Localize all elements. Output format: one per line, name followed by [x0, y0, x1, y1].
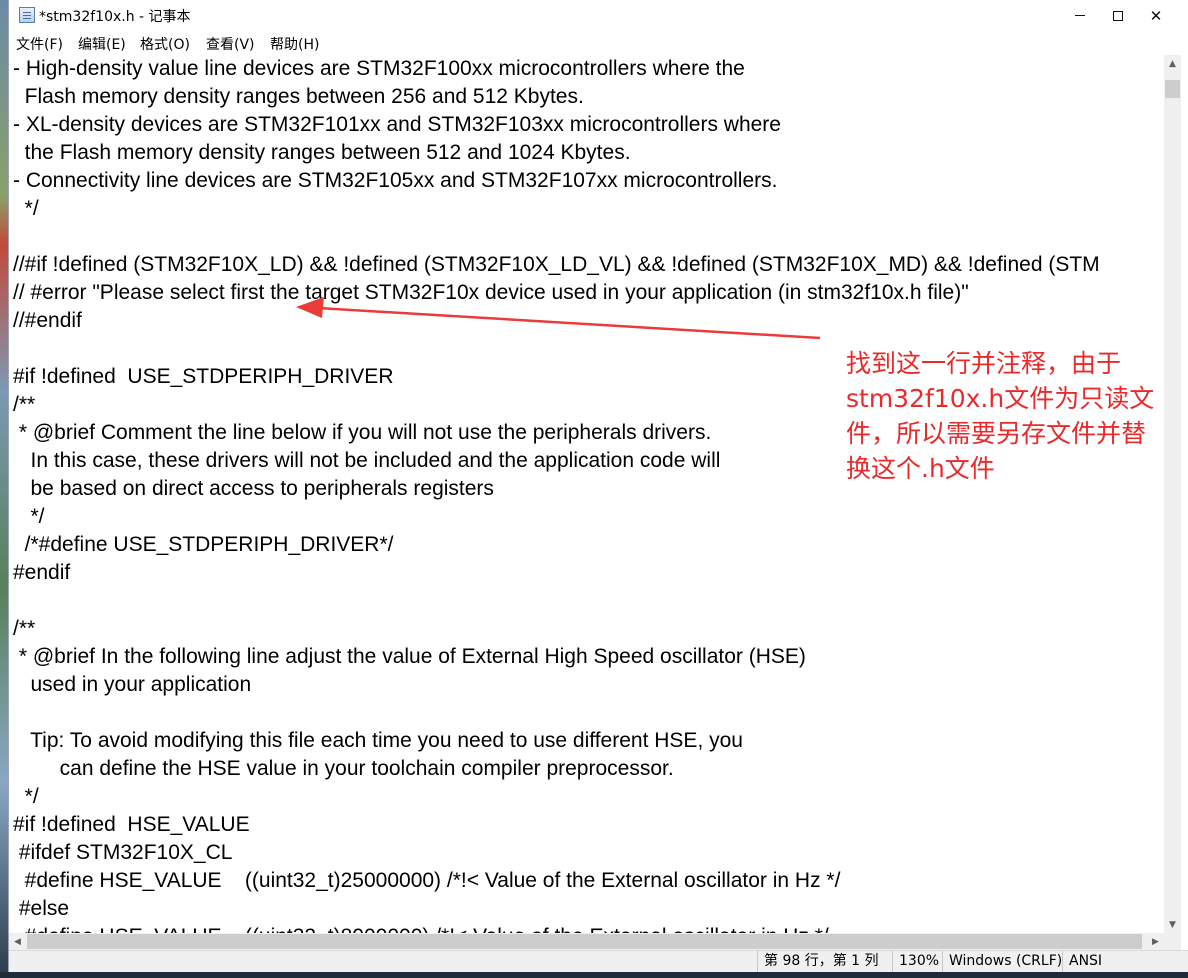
editor-line: /*#define USE_STDPERIPH_DRIVER*/	[13, 533, 394, 556]
notepad-window: *stm32f10x.h - 记事本 ✕ 文件(F) 编辑(E) 格式(O) 查…	[8, 0, 1188, 978]
horizontal-scrollbar[interactable]: ◀ ▶	[9, 933, 1164, 950]
text-editor[interactable]: - High-density value line devices are ST…	[9, 55, 1164, 933]
editor-line: /**	[13, 617, 36, 640]
menu-format[interactable]: 格式(O)	[140, 34, 190, 54]
scroll-up-icon[interactable]: ▲	[1164, 55, 1181, 72]
status-encoding: ANSI	[1062, 951, 1182, 973]
editor-line: - Connectivity line devices are STM32F10…	[13, 169, 778, 192]
editor-line: */	[13, 197, 39, 220]
editor-line: In this case, these drivers will not be …	[13, 449, 721, 472]
horizontal-scroll-thumb[interactable]	[27, 934, 1142, 949]
editor-line: */	[13, 505, 45, 528]
editor-line: Tip: To avoid modifying this file each t…	[13, 729, 743, 752]
annotation-line: 件，所以需要另存文件并替	[846, 419, 1147, 448]
editor-line: /**	[13, 393, 36, 416]
editor-line: //#endif	[13, 309, 82, 332]
editor-line: Flash memory density ranges between 256 …	[13, 85, 584, 108]
editor-line: #if !defined USE_STDPERIPH_DRIVER	[13, 365, 394, 388]
menu-view[interactable]: 查看(V)	[206, 34, 255, 54]
menu-help[interactable]: 帮助(H)	[270, 34, 319, 54]
menu-edit[interactable]: 编辑(E)	[78, 34, 126, 54]
status-zoom: 130%	[892, 951, 942, 973]
vertical-scroll-thumb[interactable]	[1165, 80, 1180, 98]
close-icon: ✕	[1149, 6, 1163, 25]
status-cursor-position: 第 98 行，第 1 列	[757, 951, 892, 973]
close-button[interactable]: ✕	[1133, 0, 1179, 31]
editor-line: the Flash memory density ranges between …	[13, 141, 631, 164]
editor-line: //#if !defined (STM32F10X_LD) && !define…	[13, 253, 1100, 276]
editor-line: #else	[13, 897, 70, 920]
status-bar: 第 98 行，第 1 列 130% Windows (CRLF) ANSI	[9, 950, 1188, 973]
editor-line: #define HSE_VALUE ((uint32_t)25000000) /…	[13, 869, 841, 892]
editor-line: * @brief In the following line adjust th…	[13, 645, 806, 668]
desktop-background	[0, 0, 8, 978]
menu-file[interactable]: 文件(F)	[16, 34, 63, 54]
editor-line: #endif	[13, 561, 71, 584]
editor-line: #ifdef STM32F10X_CL	[13, 841, 233, 864]
minimize-icon	[1075, 15, 1085, 16]
editor-line: // #error "Please select first the targe…	[13, 281, 969, 304]
editor-line: #if !defined HSE_VALUE	[13, 813, 250, 836]
editor-line: be based on direct access to peripherals…	[13, 477, 494, 500]
editor-line: - XL-density devices are STM32F101xx and…	[13, 113, 781, 136]
taskbar	[0, 972, 1188, 978]
vertical-scrollbar[interactable]: ▲ ▼	[1164, 55, 1181, 933]
annotation-line: stm32f10x.h文件为只读文	[846, 384, 1155, 413]
editor-line: can define the HSE value in your toolcha…	[13, 757, 674, 780]
annotation-note: 找到这一行并注释，由于 stm32f10x.h文件为只读文 件，所以需要另存文件…	[846, 346, 1186, 486]
title-bar[interactable]: *stm32f10x.h - 记事本 ✕	[9, 0, 1188, 31]
annotation-line: 找到这一行并注释，由于	[846, 349, 1122, 378]
editor-line: * @brief Comment the line below if you w…	[13, 421, 712, 444]
menu-bar: 文件(F) 编辑(E) 格式(O) 查看(V) 帮助(H)	[9, 31, 1188, 55]
scroll-corner	[1164, 933, 1181, 950]
editor-line: used in your application	[13, 673, 252, 696]
editor-line: #define HSE_VALUE ((uint32_t)8000000) /*…	[13, 923, 829, 933]
maximize-icon	[1113, 10, 1123, 21]
status-line-ending: Windows (CRLF)	[942, 951, 1062, 973]
scroll-left-icon[interactable]: ◀	[9, 933, 26, 950]
scroll-right-icon[interactable]: ▶	[1147, 933, 1164, 950]
annotation-line: 换这个.h文件	[846, 454, 995, 483]
editor-line: */	[13, 785, 39, 808]
editor-line: - High-density value line devices are ST…	[13, 57, 745, 80]
window-title: *stm32f10x.h - 记事本	[39, 9, 191, 25]
scroll-down-icon[interactable]: ▼	[1164, 916, 1181, 933]
notepad-icon[interactable]	[19, 7, 35, 23]
